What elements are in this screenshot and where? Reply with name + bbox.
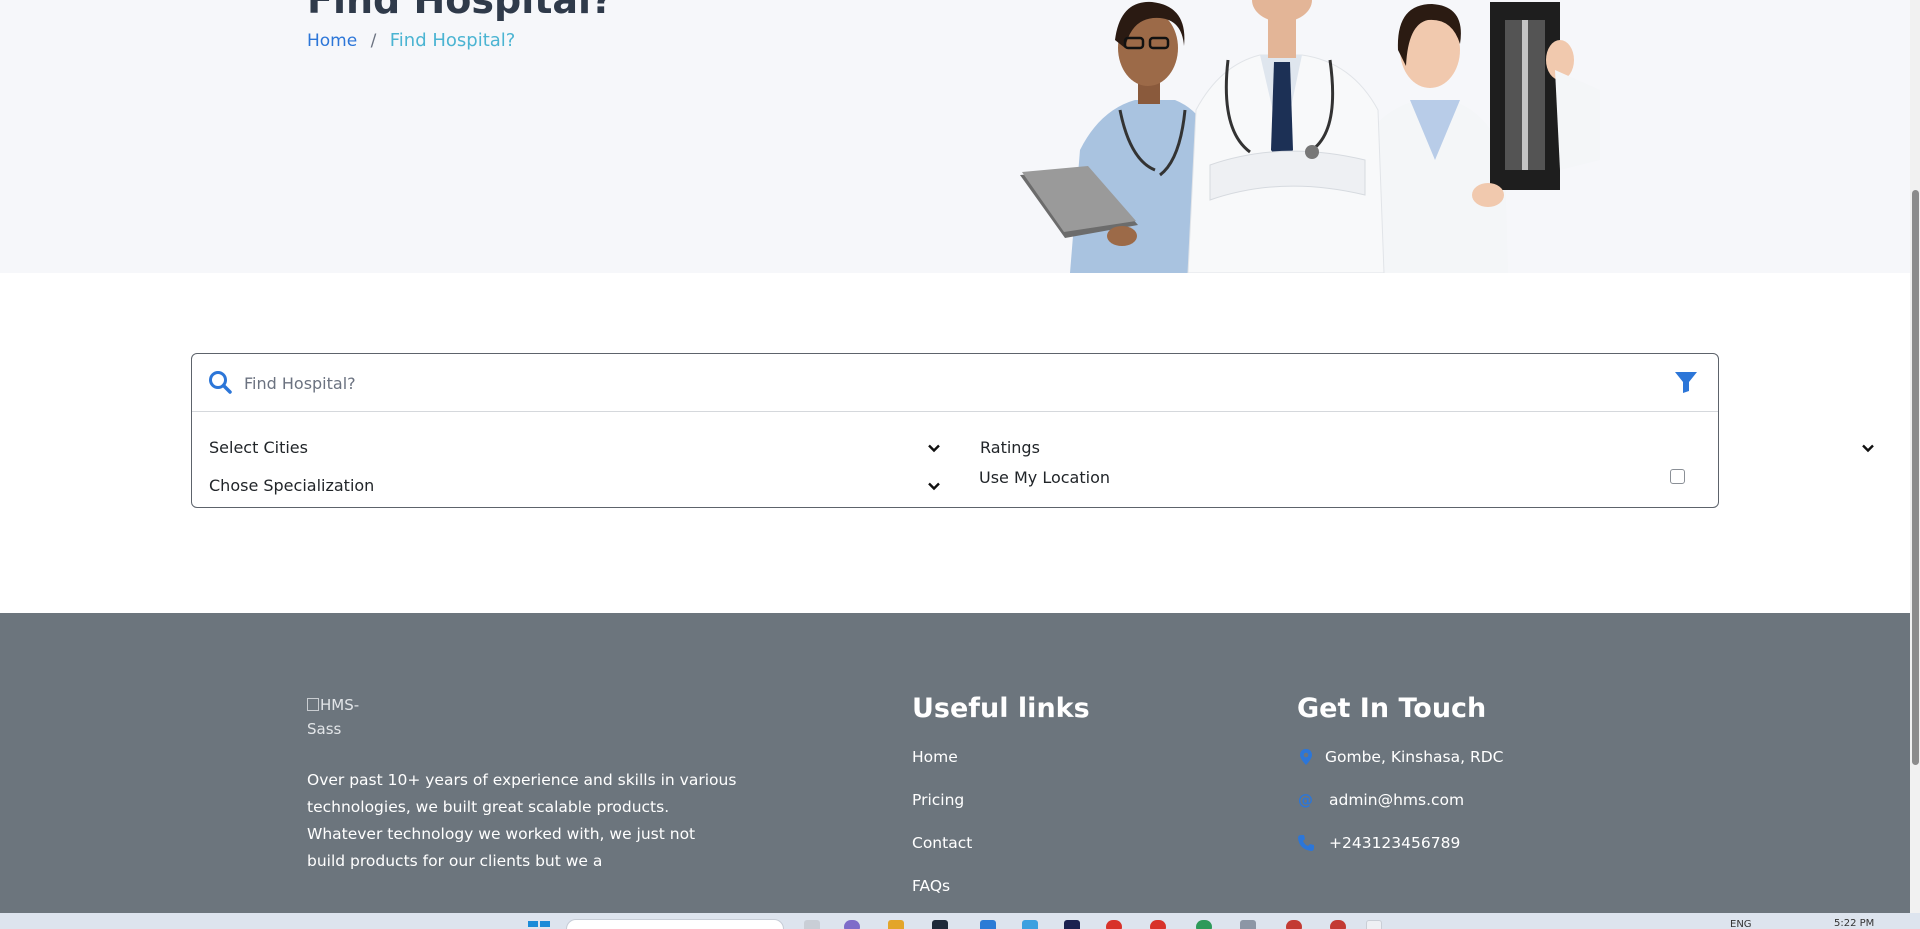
taskbar-app-icon[interactable] — [1022, 920, 1038, 929]
use-my-location-checkbox[interactable] — [1670, 469, 1685, 484]
broken-image-icon — [307, 698, 319, 711]
filter-icon[interactable] — [1672, 368, 1700, 396]
phone-icon — [1298, 835, 1314, 851]
page-title: Find Hospital? — [307, 0, 614, 22]
hospital-search-card: Select Cities Chose Specialization Ratin… — [191, 353, 1874, 508]
chevron-down-icon — [1862, 444, 1874, 453]
doctor-xray — [1350, 2, 1600, 273]
taskbar-language[interactable]: ENG — [1730, 919, 1752, 929]
taskbar-app-icon[interactable] — [1240, 920, 1256, 929]
select-cities-label: Select Cities — [209, 438, 308, 457]
page: Find Hospital? Home / Find Hospital? Fin… — [0, 0, 1920, 929]
taskbar-app-icon[interactable] — [804, 920, 820, 929]
windows-start-icon[interactable] — [528, 921, 550, 929]
os-taskbar: ENG 5:22 PM — [0, 913, 1920, 929]
taskbar-app-icon[interactable] — [1064, 920, 1080, 929]
footer-link-home[interactable]: Home — [912, 748, 958, 766]
breadcrumb-home-link[interactable]: Home — [307, 31, 357, 51]
contact-phone-text[interactable]: +243123456789 — [1329, 834, 1460, 852]
contact-address-text: Gombe, Kinshasa, RDC — [1325, 748, 1504, 766]
footer-about-text: Over past 10+ years of experience and sk… — [307, 771, 737, 870]
footer-link-pricing[interactable]: Pricing — [912, 791, 964, 809]
select-cities-dropdown[interactable]: Select Cities — [209, 434, 942, 462]
hospital-search-input[interactable] — [244, 364, 1624, 402]
select-ratings-label: Ratings — [980, 438, 1040, 457]
chevron-down-icon — [928, 482, 940, 491]
taskbar-app-icon[interactable] — [1106, 920, 1122, 929]
taskbar-app-icon[interactable] — [980, 920, 996, 929]
logo-alt-text-line2: Sass — [307, 720, 342, 738]
breadcrumb: Home / Find Hospital? — [307, 30, 515, 51]
doctor-center — [1187, 0, 1385, 273]
breadcrumb-current: Find Hospital? — [389, 30, 516, 51]
map-marker-icon — [1300, 749, 1312, 765]
footer-link-contact[interactable]: Contact — [912, 834, 972, 852]
taskbar-app-icon[interactable] — [1196, 920, 1212, 929]
use-my-location-label: Use My Location — [979, 468, 1111, 487]
chevron-down-icon — [928, 444, 940, 453]
get-in-touch-title: Get In Touch — [1297, 693, 1487, 724]
doctors-hero-image — [1020, 0, 1600, 273]
footer-link-faqs[interactable]: FAQs — [912, 877, 950, 895]
contact-email-text[interactable]: admin@hms.com — [1329, 791, 1464, 809]
logo-alt-text-line1: HMS- — [320, 696, 360, 714]
taskbar-app-icon[interactable] — [932, 920, 948, 929]
page-scrollbar[interactable] — [1910, 0, 1920, 913]
select-ratings-dropdown[interactable]: Ratings — [980, 434, 1876, 462]
svg-text:@: @ — [1298, 791, 1313, 809]
folder-icon[interactable] — [888, 920, 904, 929]
hero-banner: Find Hospital? Home / Find Hospital? — [0, 0, 1910, 273]
useful-links-title: Useful links — [912, 693, 1090, 724]
select-specialization-dropdown[interactable]: Chose Specialization — [209, 472, 942, 500]
select-specialization-label: Chose Specialization — [209, 476, 375, 495]
at-icon: @ — [1298, 791, 1313, 809]
taskbar-app-icon[interactable] — [1150, 920, 1166, 929]
taskbar-search-box[interactable] — [566, 919, 784, 929]
footer-logo[interactable]: HMS- Sass — [307, 693, 377, 741]
breadcrumb-separator: / — [370, 31, 377, 51]
taskbar-clock[interactable]: 5:22 PM — [1834, 918, 1874, 929]
scrollbar-thumb[interactable] — [1912, 190, 1919, 765]
taskbar-app-icon[interactable] — [1366, 920, 1382, 929]
taskbar-app-icon[interactable] — [1286, 920, 1302, 929]
footer: HMS- Sass Over past 10+ years of experie… — [0, 613, 1910, 913]
taskbar-app-icon[interactable] — [1330, 920, 1346, 929]
search-icon[interactable] — [206, 368, 236, 398]
taskbar-app-icon[interactable] — [844, 920, 860, 929]
search-row — [192, 354, 1718, 412]
